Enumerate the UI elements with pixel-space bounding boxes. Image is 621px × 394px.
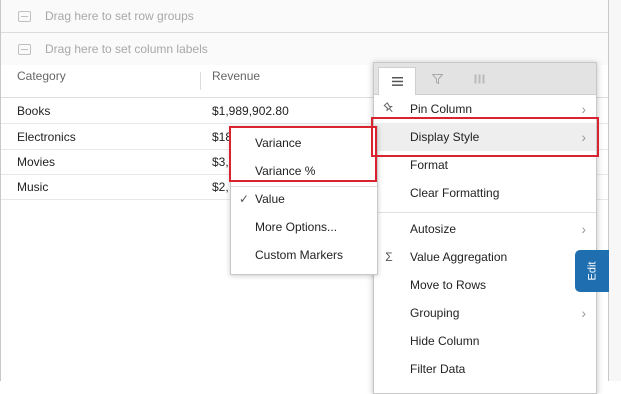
menu-item-value-aggregation[interactable]: Σ Value Aggregation xyxy=(374,243,596,271)
chevron-right-icon: › xyxy=(581,221,586,237)
menu-item-display-style[interactable]: Display Style › xyxy=(374,123,596,151)
menu-item-filter-data[interactable]: Filter Data xyxy=(374,355,596,383)
menu-item-label: Pin Column xyxy=(410,102,473,116)
columns-icon xyxy=(474,74,484,83)
menu-item-label: Display Style xyxy=(410,130,480,144)
menu-item-hide-column[interactable]: Hide Column xyxy=(374,327,596,355)
column-labels-placeholder: Drag here to set column labels xyxy=(45,42,208,56)
column-labels-icon xyxy=(18,43,31,55)
submenu-item-variance[interactable]: Variance xyxy=(231,129,377,157)
submenu-item-label: Custom Markers xyxy=(255,248,344,262)
header-divider xyxy=(200,72,201,90)
menu-item-label: Clear Formatting xyxy=(410,186,500,200)
submenu-item-variance-percent[interactable]: Variance % xyxy=(231,157,377,185)
revenue-cell: $3, xyxy=(212,154,229,169)
category-cell: Movies xyxy=(17,154,56,169)
row-groups-drop-zone[interactable]: Drag here to set row groups xyxy=(1,0,608,33)
menu-item-label: Move to Rows xyxy=(410,278,487,292)
sigma-icon: Σ xyxy=(385,250,393,264)
menu-item-format[interactable]: Format xyxy=(374,151,596,179)
menu-icon xyxy=(391,77,403,86)
submenu-item-label: More Options... xyxy=(255,220,338,234)
pin-icon xyxy=(382,101,396,117)
category-cell: Music xyxy=(17,179,49,194)
revenue-cell: $2, xyxy=(212,179,229,194)
menu-item-label: Value Aggregation xyxy=(410,250,508,264)
revenue-column-header[interactable]: Revenue xyxy=(212,69,260,83)
menu-item-clear-formatting[interactable]: Clear Formatting xyxy=(374,179,596,207)
category-cell: Electronics xyxy=(17,129,76,144)
menu-separator xyxy=(374,212,596,213)
edit-side-tab[interactable]: Edit xyxy=(575,250,609,292)
column-menu: Pin Column › Display Style › Format Clea… xyxy=(373,62,597,394)
menu-item-label: Autosize xyxy=(410,222,457,236)
menu-item-autosize[interactable]: Autosize › xyxy=(374,215,596,243)
row-groups-icon xyxy=(18,10,31,22)
row-groups-placeholder: Drag here to set row groups xyxy=(45,9,194,23)
chevron-right-icon: › xyxy=(581,305,586,321)
submenu-item-label: Value xyxy=(255,192,285,206)
menu-item-label: Grouping xyxy=(410,306,460,320)
display-style-submenu: Variance Variance % ✓ Value More Options… xyxy=(230,126,378,275)
chevron-right-icon: › xyxy=(581,129,586,145)
columns-tab[interactable] xyxy=(462,63,496,94)
chevron-right-icon: › xyxy=(581,101,586,117)
vertical-scrollbar[interactable] xyxy=(609,0,621,381)
revenue-cell: $1,989,902.80 xyxy=(212,103,289,118)
menu-item-move-to-rows[interactable]: Move to Rows xyxy=(374,271,596,299)
category-column-header[interactable]: Category xyxy=(17,69,66,83)
menu-item-label: Format xyxy=(410,158,449,172)
category-cell: Books xyxy=(17,103,51,118)
menu-item-label: Hide Column xyxy=(410,334,480,348)
submenu-item-label: Variance % xyxy=(255,164,316,178)
menu-item-pin-column[interactable]: Pin Column › xyxy=(374,95,596,123)
checkmark-icon: ✓ xyxy=(239,192,250,206)
general-menu-tab[interactable] xyxy=(378,67,416,95)
filter-tab[interactable] xyxy=(420,63,454,94)
submenu-item-custom-markers[interactable]: Custom Markers xyxy=(231,241,377,269)
menu-item-label: Filter Data xyxy=(410,362,466,376)
edit-tab-label: Edit xyxy=(586,261,598,281)
submenu-item-more-options[interactable]: More Options... xyxy=(231,213,377,241)
column-menu-tabs xyxy=(374,63,596,95)
submenu-item-label: Variance xyxy=(255,136,302,150)
filter-icon xyxy=(431,73,443,84)
submenu-item-value[interactable]: ✓ Value xyxy=(231,185,377,213)
menu-item-grouping[interactable]: Grouping › xyxy=(374,299,596,327)
